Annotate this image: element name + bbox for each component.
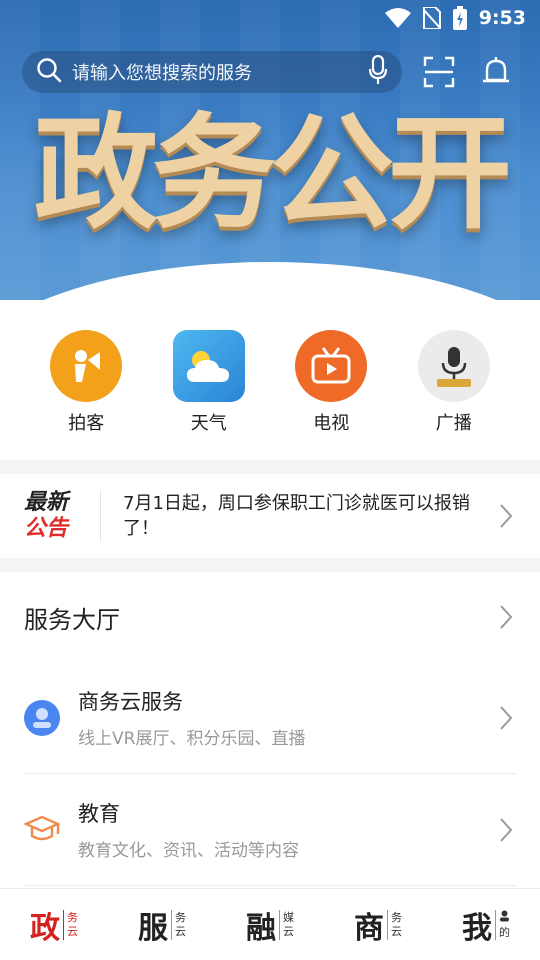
banner-curve (0, 262, 540, 300)
tab-media-cloud[interactable]: 融 媒云 (246, 903, 294, 947)
status-bar: 9:53 (384, 0, 540, 36)
quick-app-label: 拍客 (68, 413, 105, 434)
battery-charging-icon (452, 6, 467, 30)
scan-icon[interactable] (421, 54, 457, 90)
service-hall-header[interactable]: 服务大厅 (0, 572, 540, 662)
quick-app-radio[interactable]: 广播 (414, 330, 494, 460)
tab-service-cloud[interactable]: 服 务云 (138, 903, 186, 947)
quick-app-weather[interactable]: 天气 (169, 330, 249, 460)
user-badge-icon (24, 699, 60, 736)
divider (495, 909, 496, 940)
quick-apps: 拍客 天气 电视 广播 (0, 300, 540, 460)
quick-app-label: 电视 (313, 413, 350, 434)
bell-icon[interactable] (478, 54, 514, 90)
tab-label: 我 (462, 910, 492, 946)
divider (279, 909, 280, 940)
banner-title: 政务公开 (33, 102, 512, 246)
search-input[interactable]: 请输入您想搜索的服务 (72, 59, 368, 85)
tab-government-cloud[interactable]: 政 务云 (30, 903, 78, 947)
tab-label: 商 (354, 910, 384, 946)
divider (63, 909, 64, 940)
quick-app-label: 广播 (435, 413, 472, 434)
notice-bar[interactable]: 最新 公告 7月1日起，周口参保职工门诊就医可以报销了！ (0, 474, 540, 558)
service-desc: 教育文化、资讯、活动等内容 (78, 841, 299, 861)
search-icon (36, 57, 62, 87)
quick-app-paike[interactable]: 拍客 (46, 330, 126, 460)
tab-label: 政 (30, 910, 60, 946)
weather-icon (172, 330, 245, 402)
notice-tag-line1: 最新 (24, 490, 69, 515)
chevron-right-icon[interactable] (496, 603, 516, 631)
quick-app-label: 天气 (190, 413, 227, 434)
quick-app-tv[interactable]: 电视 (291, 330, 371, 460)
service-name: 教育 (78, 802, 120, 826)
tv-icon (295, 330, 368, 402)
notice-tag: 最新 公告 (24, 490, 78, 542)
tab-label: 融 (246, 910, 276, 946)
divider (171, 909, 172, 940)
chevron-right-icon[interactable] (496, 704, 516, 732)
no-sim-icon (422, 7, 441, 29)
microphone-icon[interactable] (368, 54, 388, 89)
hero-banner[interactable]: 政务公开 (0, 0, 540, 300)
service-item-commerce-cloud[interactable]: 商务云服务 线上VR展厅、积分乐园、直播 (24, 662, 516, 774)
service-hall-title: 服务大厅 (24, 605, 120, 634)
service-desc: 线上VR展厅、积分乐园、直播 (78, 729, 306, 749)
tab-sublabel: 务云 (175, 910, 186, 938)
status-time: 9:53 (478, 7, 526, 29)
search-bar[interactable]: 请输入您想搜索的服务 (22, 51, 402, 93)
service-item-education[interactable]: 教育 教育文化、资讯、活动等内容 (24, 774, 516, 886)
radio-icon (417, 330, 490, 402)
graduation-cap-icon (24, 812, 60, 848)
tab-sublabel: 务云 (391, 910, 402, 938)
service-name: 商务云服务 (78, 690, 183, 714)
wifi-icon (384, 8, 411, 28)
person-icon (500, 910, 509, 921)
tab-sublabel: 务云 (67, 910, 78, 938)
notice-text[interactable]: 7月1日起，周口参保职工门诊就医可以报销了！ (123, 491, 496, 541)
notice-tag-line2: 公告 (24, 516, 69, 541)
divider (100, 490, 101, 542)
tab-mine[interactable]: 我 的 (462, 903, 510, 947)
service-hall: 服务大厅 商务云服务 线上VR展厅、积分乐园、直播 教育 教育文化、资讯、活动等… (0, 572, 540, 888)
chevron-right-icon[interactable] (496, 502, 516, 530)
paike-icon (50, 330, 123, 402)
tab-sublabel: 媒云 (283, 910, 294, 938)
bottom-nav: 政 务云 服 务云 融 媒云 商 务云 我 的 (0, 888, 540, 960)
tab-label: 服 (138, 910, 168, 946)
divider (387, 909, 388, 940)
tab-commerce-cloud[interactable]: 商 务云 (354, 903, 402, 947)
tab-sublabel: 的 (499, 910, 510, 940)
chevron-right-icon[interactable] (496, 816, 516, 844)
